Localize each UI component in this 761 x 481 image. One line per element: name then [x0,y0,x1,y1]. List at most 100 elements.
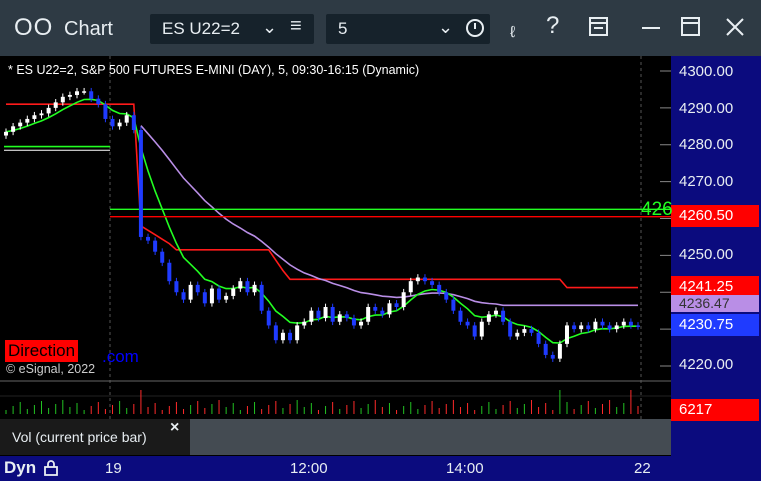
last-price-badge: 4230.75 [671,314,759,336]
menu-icon[interactable]: ≡ [290,15,302,38]
chevron-down-icon[interactable]: ⌄ [438,17,453,38]
price-tick: 4250.00 [679,246,734,263]
candle-body [188,284,193,300]
candle-body [387,303,392,315]
candle-body [138,130,143,237]
lock-icon[interactable] [44,460,58,476]
candle-body [444,292,449,300]
candle-body [25,118,30,123]
dynamic-mode[interactable]: Dyn [4,458,36,478]
candle-body [18,122,23,127]
symbol-selector[interactable]: ES U22=2 ⌄ ≡ [150,14,314,44]
candle-body [195,284,200,293]
chart-background [0,56,671,420]
candle-body [4,131,8,136]
candle-body [586,325,591,330]
candle-body [245,281,250,293]
time-tick: 14:00 [446,460,484,477]
layout-icon[interactable] [588,16,610,38]
help-icon[interactable]: ? [546,12,559,40]
candle-body [579,325,584,330]
candle-body [543,343,548,355]
candle-body [288,332,293,341]
candle-body [451,299,456,311]
price-axis[interactable]: 4300.00 4290.00 4280.00 4270.00 4250.00 … [671,56,761,456]
candle-body [110,118,115,127]
interval-value[interactable]: 5 [338,19,347,39]
restore-icon[interactable] [680,16,702,38]
chart-window-icon[interactable]: OO [14,14,53,42]
candle-body [202,292,207,304]
candle-body [351,318,356,326]
clock-icon[interactable] [466,19,484,37]
candle-body [46,107,51,114]
candle-body [89,91,94,99]
candle-body [309,310,314,322]
time-tick: 19 [105,460,122,477]
candle-body [557,343,562,359]
close-icon[interactable]: × [170,419,179,437]
candle-body [217,288,222,300]
candle-body [67,94,72,97]
candle-body [167,262,172,282]
candle-body [60,96,65,103]
candle-body [408,281,413,293]
candle [259,281,264,315]
candle-body [330,307,335,322]
candle-body [401,292,406,307]
candle-body [607,325,612,330]
candle-body [486,314,491,322]
interval-selector[interactable]: 5 ⌄ [326,14,490,44]
volume-panel-bar [190,419,674,455]
candle-body [529,329,534,333]
close-icon[interactable] [724,16,746,38]
candle-body [337,314,342,322]
candle-body [359,321,364,326]
time-axis[interactable]: Dyn 19 12:00 14:00 22 [0,456,761,481]
candle-body [146,236,151,241]
candle-body [53,102,58,108]
candle-body [422,277,427,282]
candle-body [181,292,186,300]
link-icon[interactable]: ℓ [510,24,515,42]
candle-body [430,281,435,285]
direction-badge: Direction [5,340,79,362]
price-chart[interactable] [0,56,761,456]
chevron-down-icon[interactable]: ⌄ [262,17,277,38]
candle-body [366,307,371,322]
green-line-edge-label: 426 [641,199,673,220]
candle-body [636,325,640,327]
candle-body [564,325,569,344]
candle-body [280,332,285,341]
candle-body [153,240,158,252]
candle-body [209,288,214,304]
candle-body [572,325,577,330]
symbol-value[interactable]: ES U22=2 [162,19,240,39]
candle-body [273,325,278,341]
copyright: © eSignal, 2022 [6,362,96,376]
candle-body [628,321,633,326]
candle-body [536,332,541,344]
title-bar: OO Chart ES U22=2 ⌄ ≡ 5 ⌄ ℓ ? [0,0,761,56]
candle-body [515,332,520,337]
candle-body [479,321,484,337]
purple-band-badge: 4236.47 [671,295,759,312]
candle-body [231,288,236,296]
candle-body [316,310,321,319]
candle-body [344,314,349,319]
candle-body [266,310,271,326]
candle [138,126,143,241]
candle-body [295,325,300,341]
candle-body [32,115,37,119]
candle-body [96,98,101,105]
candle-body [174,281,179,293]
candle-body [224,295,229,300]
candle-body [600,321,605,326]
candle-body [75,91,80,95]
time-tick: 12:00 [290,460,328,477]
minimize-icon[interactable] [640,18,662,36]
candle-body [458,310,463,322]
candle-body [131,115,136,130]
candle-body [550,354,555,359]
volume-badge: 6217 [671,399,759,421]
